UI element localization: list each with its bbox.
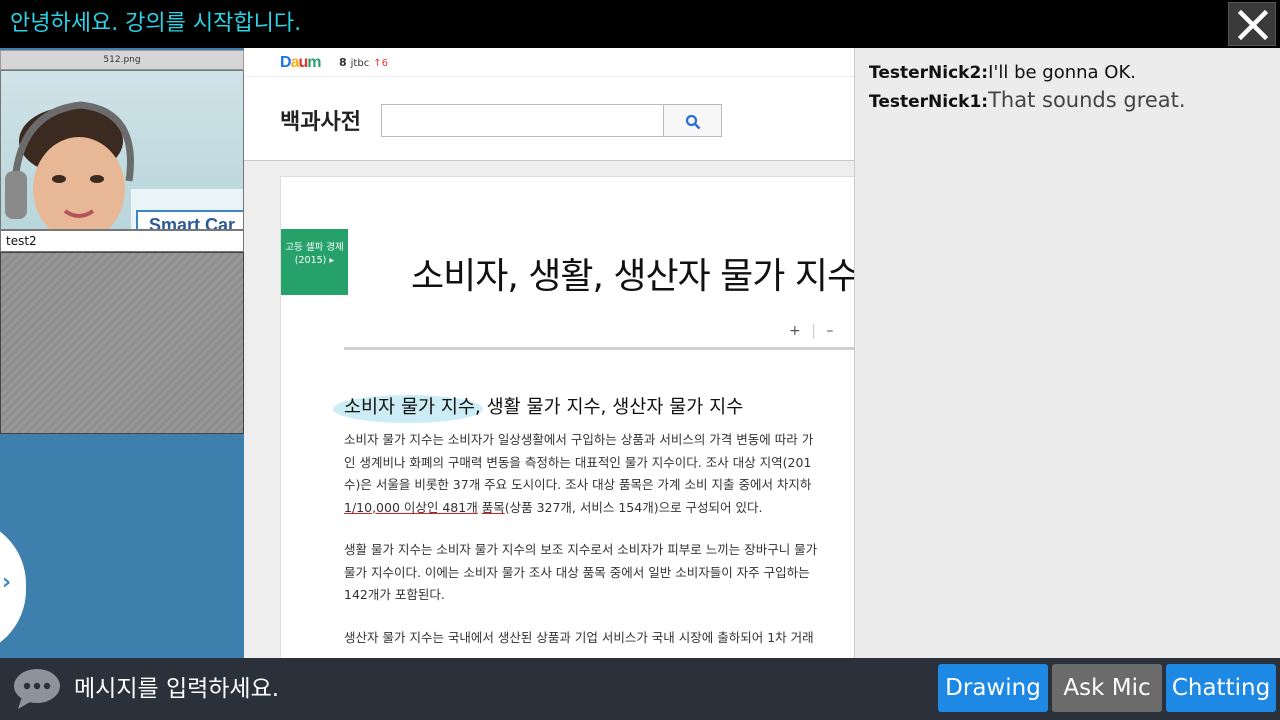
dictionary-search-button[interactable] [663,104,722,137]
ask-mic-button[interactable]: Ask Mic [1052,664,1162,712]
dictionary-search-input[interactable] [381,104,664,137]
chat-nick: TesterNick1: [869,92,989,112]
chat-message: TesterNick2:I'll be gonna OK. [869,62,1136,83]
paragraph-producer-price: 생산자 물가 지수는 국내에서 생산된 상품과 기업 서비스가 국내 시장에 출… [344,630,814,645]
paragraph-consumer-price: 소비자 물가 지수는 소비자가 일상생활에서 구입하는 상품과 서비스의 가격 … [344,432,814,515]
bottom-bar: Drawing Ask Mic Chatting [0,658,1280,720]
zoom-out-button[interactable]: – [826,323,833,339]
session-title: 안녕하세요. 강의를 시작합니다. [10,11,302,36]
section-heading: 소비자 물가 지수, 생활 물가 지수, 생산자 물가 지수 [344,397,744,418]
svg-text:Smart Car: Smart Car [149,215,235,230]
participant-name-label: test2 [0,230,244,252]
paragraph-living-price: 생활 물가 지수는 소비자 물가 지수의 보조 지수로서 소비자가 피부로 느끼… [344,542,818,602]
expand-panel-tab[interactable]: › [0,518,26,656]
article-title: 소비자, 생활, 생산자 물가 지수 [411,256,854,297]
chat-message: TesterNick1:That sounds great. [869,88,1186,112]
video-panel: 512.png Smart Car test2 › [0,48,244,658]
presenter-image: Smart Car [5,101,243,230]
top-bar: 안녕하세요. 강의를 시작합니다. [0,0,1280,48]
encyclopedia-article: 고등 셀파 경제(2015) ▸ 소비자, 생활, 생산자 물가 지수 + | … [280,176,854,658]
header-divider [244,76,854,77]
participant-video[interactable] [0,252,244,434]
font-size-tools: + | – [789,323,839,339]
shared-webpage: Daum 8 jtbc ↑6 백과사전 고등 셀파 경제(2015) ▸ 소비자, … [244,48,854,658]
close-icon [1238,10,1268,40]
dictionary-title: 백과사전 [280,110,361,135]
chevron-right-icon: › [2,570,12,595]
title-divider [344,347,854,350]
close-button[interactable] [1228,2,1276,46]
daum-logo[interactable]: Daum [280,54,322,72]
presenter-video[interactable]: Smart Car [0,70,244,230]
zoom-in-button[interactable]: + [789,323,801,339]
video-source-label: 512.png [0,50,244,70]
category-badge[interactable]: 고등 셀파 경제(2015) ▸ [281,229,348,295]
message-input[interactable] [74,672,774,706]
chat-text: I'll be gonna OK. [988,62,1136,83]
chat-bubble-icon [14,669,60,709]
chat-text: That sounds great. [988,88,1186,112]
drawing-button[interactable]: Drawing [938,664,1048,712]
underlined-annotation: 1/10,000 이상인 481개 [344,499,478,515]
zoom-separator: | [811,323,816,339]
chatting-button[interactable]: Chatting [1166,664,1276,712]
trending-keyword[interactable]: 8 jtbc ↑6 [339,56,388,69]
chat-panel: TesterNick2:I'll be gonna OK. TesterNick… [854,48,1280,658]
chat-nick: TesterNick2: [869,63,989,83]
search-icon [685,114,701,130]
webpage-header: Daum 8 jtbc ↑6 백과사전 [244,48,854,161]
